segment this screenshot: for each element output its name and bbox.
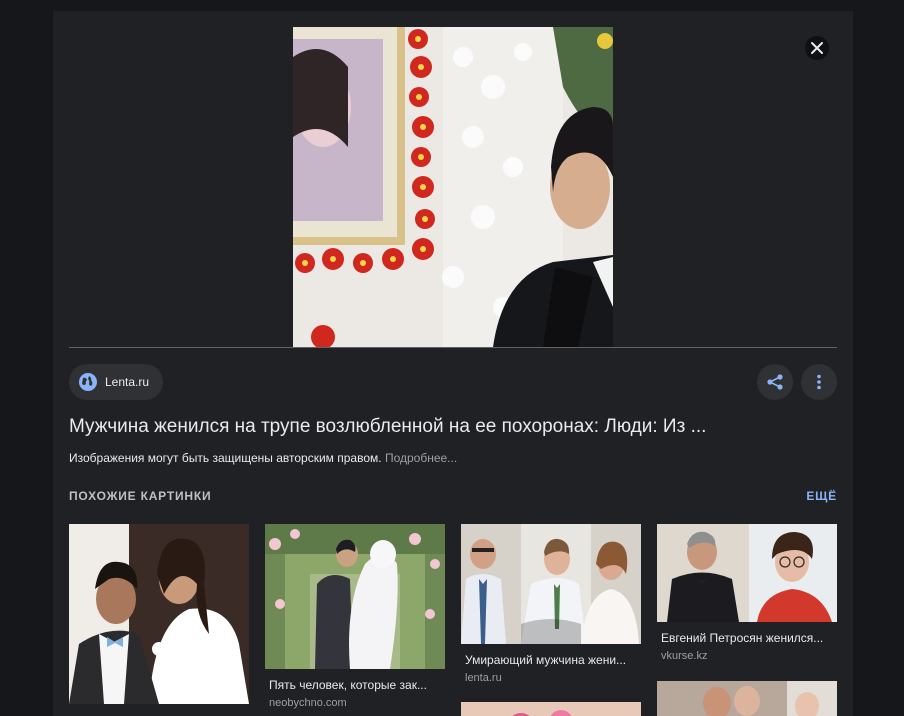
- related-image-card[interactable]: [69, 524, 249, 716]
- related-images-heading: ПОХОЖИЕ КАРТИНКИ: [69, 489, 212, 503]
- related-title: Евгений Петросян женился...: [661, 631, 824, 645]
- share-button[interactable]: [757, 364, 793, 400]
- more-vert-icon: [817, 374, 821, 390]
- close-button[interactable]: [805, 36, 829, 60]
- close-icon: [811, 42, 823, 54]
- image-viewer-panel: Lenta.ru Мужчина женился на трупе возлюб…: [53, 11, 853, 716]
- related-source: lenta.ru: [465, 672, 502, 684]
- more-related-link[interactable]: ЕЩЁ: [806, 489, 837, 503]
- related-thumbnail[interactable]: [657, 681, 837, 716]
- related-title: Умирающий мужчина жени...: [465, 653, 627, 667]
- copyright-text: Изображения могут быть защищены авторски…: [69, 451, 382, 465]
- related-source: vkurse.kz: [661, 650, 708, 662]
- related-thumbnail[interactable]: [265, 524, 445, 669]
- more-options-button[interactable]: [801, 364, 837, 400]
- related-thumbnail[interactable]: [461, 524, 641, 644]
- related-image-card[interactable]: [657, 681, 837, 716]
- related-image-card[interactable]: [461, 702, 641, 716]
- copyright-notice: Изображения могут быть защищены авторски…: [69, 451, 457, 465]
- divider: [69, 347, 837, 348]
- related-source: neobychno.com: [269, 697, 347, 709]
- learn-more-link[interactable]: Подробнее...: [385, 451, 457, 465]
- main-preview-image[interactable]: [293, 27, 613, 347]
- related-thumbnail[interactable]: [461, 702, 641, 716]
- source-chip[interactable]: Lenta.ru: [69, 364, 164, 400]
- related-image-card[interactable]: Евгений Петросян женился... vkurse.kz: [657, 524, 837, 662]
- related-thumbnail[interactable]: [657, 524, 837, 622]
- related-image-card[interactable]: Умирающий мужчина жени... lenta.ru: [461, 524, 641, 684]
- globe-icon: [79, 373, 97, 391]
- related-thumbnail[interactable]: [69, 524, 249, 704]
- related-image-card[interactable]: Пять человек, которые зак... neobychno.c…: [265, 524, 445, 709]
- share-icon: [767, 374, 783, 390]
- image-title[interactable]: Мужчина женился на трупе возлюбленной на…: [69, 414, 837, 440]
- related-title: Пять человек, которые зак...: [269, 678, 427, 692]
- source-name: Lenta.ru: [105, 375, 150, 389]
